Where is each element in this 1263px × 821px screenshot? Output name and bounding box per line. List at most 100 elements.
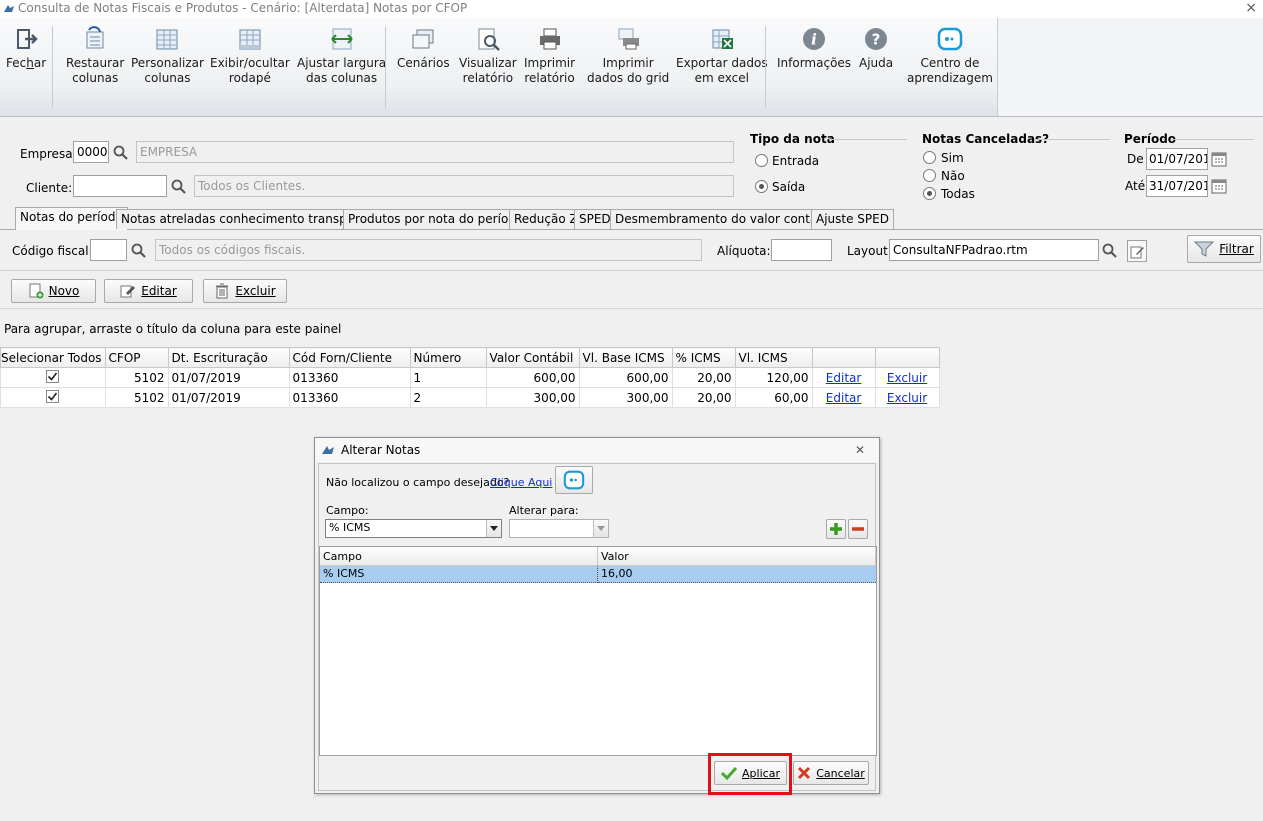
campo-select[interactable]: % ICMS: [325, 519, 502, 538]
radio-nao[interactable]: [923, 169, 936, 182]
row-editar-link[interactable]: Editar: [826, 391, 862, 405]
de-label: De: [1127, 152, 1144, 166]
col-vl-icms[interactable]: Vl. ICMS: [734, 347, 813, 368]
restaurar-colunas-button[interactable]: Restaurar colunas: [66, 26, 124, 86]
excluir-button[interactable]: Excluir: [203, 279, 287, 303]
excel-export-icon: [712, 29, 733, 49]
tab-notas-periodo[interactable]: Notas do período: [15, 207, 128, 230]
periodo-title: Período: [1124, 132, 1177, 146]
cell-campo[interactable]: % ICMS: [320, 566, 598, 583]
codigo-fiscal-label: Código fiscal:: [12, 244, 93, 258]
col-cod-forn-cliente[interactable]: Cód Forn/Cliente: [288, 347, 411, 368]
footer-toggle-icon: [239, 29, 261, 50]
group-divider: [1172, 139, 1254, 140]
ajustar-largura-button[interactable]: Ajustar largura das colunas: [297, 26, 386, 86]
alterar-para-select[interactable]: [509, 519, 609, 538]
tab-notas-atreladas[interactable]: Notas atreladas conhecimento transporte: [116, 209, 377, 229]
cell-valor[interactable]: 16,00: [598, 566, 876, 583]
empresa-label: Empresa:: [20, 147, 77, 161]
tab-strip-line: [0, 229, 1263, 230]
row-excluir-link[interactable]: Excluir: [887, 371, 927, 385]
empresa-code-input[interactable]: 00001: [73, 141, 109, 163]
visualizar-relatorio-button[interactable]: Visualizar relatório: [459, 26, 517, 86]
dialog-hint: Não localizou o campo desejado?: [326, 476, 510, 489]
group-divider: [829, 139, 907, 140]
tab-produtos-nota[interactable]: Produtos por nota do período: [343, 209, 529, 229]
col-valor[interactable]: Valor: [598, 547, 876, 566]
row-select-checkbox[interactable]: [0, 387, 106, 408]
cell-cfop: 5102: [104, 387, 169, 408]
date-from-calendar-button[interactable]: [1209, 148, 1229, 170]
table-row[interactable]: 5102 01/07/2019 013360 2 300,00 300,00 2…: [0, 387, 940, 408]
radio-todas[interactable]: [923, 187, 936, 200]
close-window-icon[interactable]: ×: [1245, 0, 1257, 16]
col-valor-contabil[interactable]: Valor Contábil: [485, 347, 580, 368]
radio-saida[interactable]: [755, 180, 768, 193]
remove-field-button[interactable]: [848, 519, 868, 539]
imprimir-relatorio-button[interactable]: Imprimir relatório: [524, 26, 575, 86]
empresa-search-button[interactable]: [110, 141, 130, 163]
cancelar-button[interactable]: Cancelar: [793, 761, 869, 785]
editar-button[interactable]: Editar: [104, 279, 193, 303]
row-excluir-link[interactable]: Excluir: [887, 391, 927, 405]
highlight-box: [708, 753, 792, 795]
cell-numero: 2: [409, 387, 487, 408]
learning-center-icon: [937, 27, 963, 51]
tab-reducao-z[interactable]: Redução Z: [509, 209, 583, 229]
ajuda-button[interactable]: ? Ajuda: [859, 26, 893, 71]
learning-center-button[interactable]: [555, 466, 593, 494]
col-vl-base-icms[interactable]: Vl. Base ICMS: [578, 347, 673, 368]
layout-edit-button[interactable]: [1127, 240, 1147, 262]
clique-aqui-link[interactable]: Clique Aqui: [490, 476, 552, 489]
filtrar-button[interactable]: Filtrar: [1187, 235, 1261, 263]
exportar-excel-button[interactable]: Exportar dados em excel: [676, 26, 768, 86]
col-campo[interactable]: Campo: [320, 547, 598, 566]
col-pct-icms[interactable]: % ICMS: [671, 347, 736, 368]
chevron-down-icon: [486, 520, 501, 537]
date-to-calendar-button[interactable]: [1209, 175, 1229, 197]
dialog-title: Alterar Notas: [341, 443, 421, 457]
dialog-close-icon[interactable]: ✕: [855, 443, 865, 457]
codigo-fiscal-search-button[interactable]: [128, 239, 148, 261]
exibir-rodape-button[interactable]: Exibir/ocultar rodapé: [210, 26, 290, 86]
table-row[interactable]: 5102 01/07/2019 013360 1 600,00 600,00 2…: [0, 367, 940, 388]
calendar-icon: [1211, 152, 1227, 167]
personalizar-colunas-button[interactable]: Personalizar colunas: [131, 26, 204, 86]
canceladas-title: Notas Canceladas?: [922, 132, 1050, 146]
centro-aprendizagem-button[interactable]: Centro de aprendizagem: [907, 26, 993, 86]
col-selecionar-todos[interactable]: Selecionar Todos: [0, 347, 106, 368]
radio-entrada[interactable]: [755, 154, 768, 167]
row-select-checkbox[interactable]: [0, 367, 106, 388]
ribbon-empty-area: [997, 18, 1263, 117]
cenarios-button[interactable]: Cenários: [397, 26, 450, 71]
aliquota-input[interactable]: [771, 239, 832, 261]
fechar-button[interactable]: Fechar: [6, 26, 46, 71]
radio-sim-label: Sim: [941, 151, 964, 165]
imprimir-grid-button[interactable]: Imprimir dados do grid: [587, 26, 669, 86]
date-to-input[interactable]: 31/07/2019: [1146, 175, 1208, 197]
add-field-button[interactable]: [826, 519, 846, 539]
tab-desmembramento[interactable]: Desmembramento do valor contábil: [610, 209, 837, 229]
campo-label: Campo:: [326, 504, 369, 517]
scenarios-icon: [412, 29, 434, 49]
alterar-para-label: Alterar para:: [509, 504, 579, 517]
layout-input[interactable]: ConsultaNFPadrao.rtm: [889, 239, 1099, 261]
codigo-fiscal-input[interactable]: [90, 239, 127, 261]
cell-pct: 20,00: [671, 367, 736, 388]
cell-valor: 300,00: [485, 387, 580, 408]
novo-button[interactable]: Novo: [11, 279, 96, 303]
col-numero[interactable]: Número: [409, 347, 487, 368]
col-dt-escrituracao[interactable]: Dt. Escrituração: [167, 347, 290, 368]
radio-sim[interactable]: [923, 151, 936, 164]
dialog-body: Não localizou o campo desejado? Clique A…: [318, 463, 877, 791]
cliente-search-button[interactable]: [168, 175, 188, 197]
row-editar-link[interactable]: Editar: [826, 371, 862, 385]
chevron-down-icon: [593, 520, 608, 537]
cliente-code-input[interactable]: [73, 175, 167, 197]
tab-ajuste-sped[interactable]: Ajuste SPED: [811, 209, 894, 229]
title-bar: Consulta de Notas Fiscais e Produtos - C…: [0, 0, 1263, 18]
informacoes-button[interactable]: i Informações: [777, 26, 851, 71]
layout-search-button[interactable]: [1099, 239, 1119, 261]
col-cfop[interactable]: CFOP: [104, 347, 169, 368]
date-from-input[interactable]: 01/07/2019: [1146, 148, 1208, 170]
